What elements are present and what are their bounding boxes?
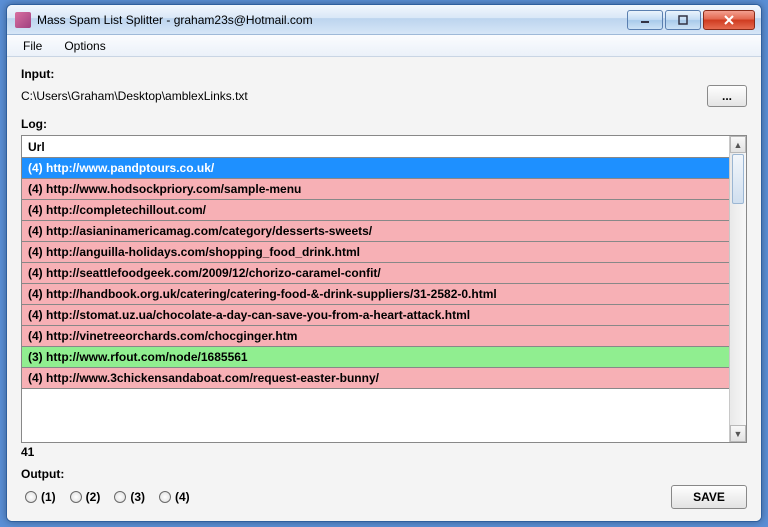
scroll-down-button[interactable]: ▼	[730, 425, 746, 442]
table-row[interactable]: (4) http://completechillout.com/	[22, 200, 729, 221]
log-grid: Url (4) http://www.pandptours.co.uk/(4) …	[21, 135, 747, 443]
menu-options[interactable]: Options	[54, 36, 115, 56]
input-label: Input:	[21, 67, 747, 81]
output-radio-1[interactable]: (1)	[25, 490, 56, 504]
close-button[interactable]	[703, 10, 755, 30]
row-count: 41	[21, 445, 747, 459]
grid-header-url[interactable]: Url	[22, 136, 729, 158]
minimize-button[interactable]	[627, 10, 663, 30]
app-icon	[15, 12, 31, 28]
log-area: Url (4) http://www.pandptours.co.uk/(4) …	[21, 135, 747, 459]
window-controls	[625, 10, 755, 30]
radio-icon	[25, 491, 37, 503]
table-row[interactable]: (4) http://www.pandptours.co.uk/	[22, 158, 729, 179]
output-block: Output: (1) (2) (3) (4) SAVE	[21, 467, 747, 509]
radio-icon	[70, 491, 82, 503]
radio-icon	[159, 491, 171, 503]
table-row[interactable]: (4) http://seattlefoodgeek.com/2009/12/c…	[22, 263, 729, 284]
output-label: Output:	[21, 467, 747, 481]
table-row[interactable]: (4) http://vinetreeorchards.com/chocging…	[22, 326, 729, 347]
output-radio-group: (1) (2) (3) (4)	[21, 490, 671, 504]
vertical-scrollbar[interactable]: ▲ ▼	[729, 136, 746, 442]
titlebar[interactable]: Mass Spam List Splitter - graham23s@Hotm…	[7, 5, 761, 35]
radio-label: (4)	[175, 490, 190, 504]
log-label: Log:	[21, 117, 747, 131]
input-row: C:\Users\Graham\Desktop\amblexLinks.txt …	[21, 85, 747, 107]
radio-label: (1)	[41, 490, 56, 504]
browse-button[interactable]: ...	[707, 85, 747, 107]
table-row[interactable]: (4) http://www.hodsockpriory.com/sample-…	[22, 179, 729, 200]
grid-rows: (4) http://www.pandptours.co.uk/(4) http…	[22, 158, 729, 442]
table-row[interactable]: (4) http://handbook.org.uk/catering/cate…	[22, 284, 729, 305]
radio-icon	[114, 491, 126, 503]
input-path: C:\Users\Graham\Desktop\amblexLinks.txt	[21, 89, 699, 103]
table-row[interactable]: (4) http://www.3chickensandaboat.com/req…	[22, 368, 729, 389]
main-window: Mass Spam List Splitter - graham23s@Hotm…	[6, 4, 762, 522]
table-row[interactable]: (4) http://anguilla-holidays.com/shoppin…	[22, 242, 729, 263]
close-icon	[723, 14, 735, 26]
window-title: Mass Spam List Splitter - graham23s@Hotm…	[37, 13, 625, 27]
maximize-icon	[678, 15, 688, 25]
output-radio-4[interactable]: (4)	[159, 490, 190, 504]
maximize-button[interactable]	[665, 10, 701, 30]
output-radio-2[interactable]: (2)	[70, 490, 101, 504]
radio-label: (3)	[130, 490, 145, 504]
output-radio-3[interactable]: (3)	[114, 490, 145, 504]
save-button[interactable]: SAVE	[671, 485, 747, 509]
scroll-up-button[interactable]: ▲	[730, 136, 746, 153]
menubar: File Options	[7, 35, 761, 57]
minimize-icon	[640, 15, 650, 25]
table-row[interactable]: (4) http://asianinamericamag.com/categor…	[22, 221, 729, 242]
table-row[interactable]: (4) http://stomat.uz.ua/chocolate-a-day-…	[22, 305, 729, 326]
table-row[interactable]: (3) http://www.rfout.com/node/1685561	[22, 347, 729, 368]
menu-file[interactable]: File	[13, 36, 52, 56]
scroll-thumb[interactable]	[732, 154, 744, 204]
radio-label: (2)	[86, 490, 101, 504]
client-area: Input: C:\Users\Graham\Desktop\amblexLin…	[7, 57, 761, 521]
